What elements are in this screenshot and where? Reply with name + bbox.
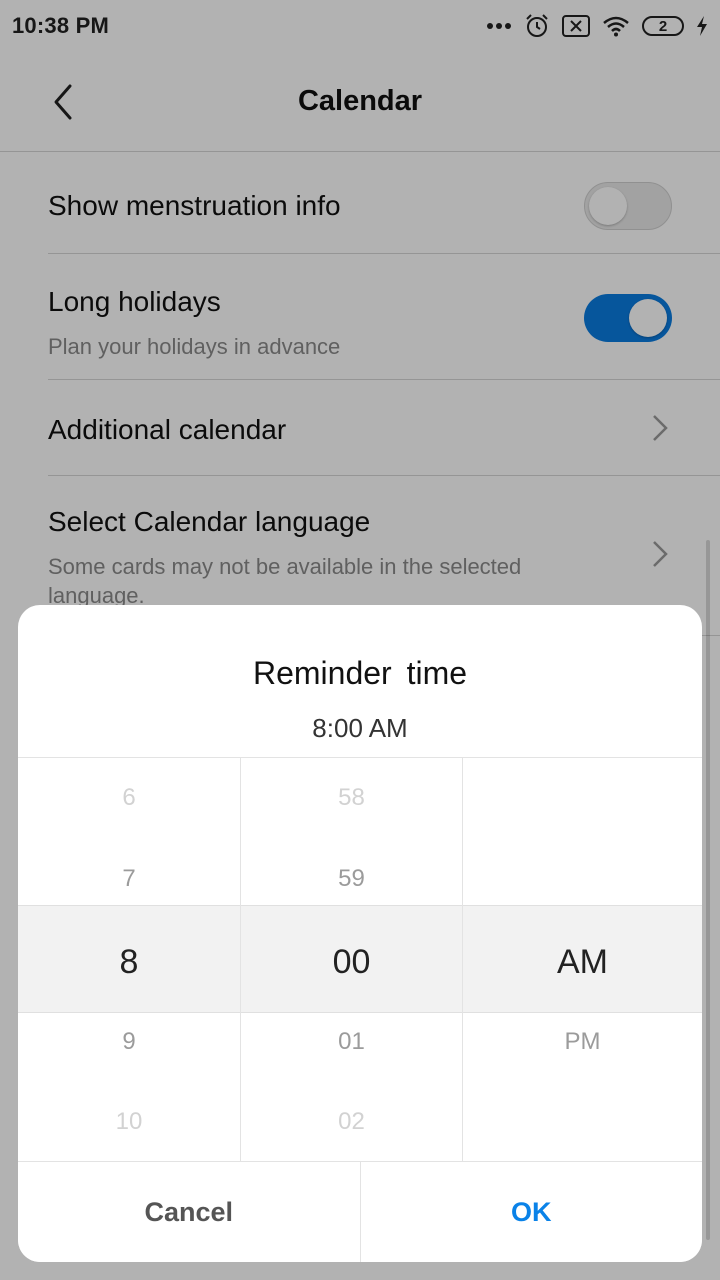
- selected-time-label: 8:00 AM: [312, 713, 408, 743]
- scrollbar[interactable]: [706, 540, 710, 1240]
- cancel-button[interactable]: Cancel: [18, 1162, 361, 1262]
- minute-option[interactable]: 02: [241, 1108, 462, 1136]
- minute-selected[interactable]: 00: [241, 943, 462, 982]
- reminder-time-dialog: Reminder time 8:00 AM 6 7 8 9 10 58 59 0…: [18, 605, 702, 1262]
- meridiem-selected[interactable]: AM: [463, 943, 702, 982]
- ok-button[interactable]: OK: [360, 1162, 702, 1262]
- hour-option[interactable]: 10: [18, 1108, 240, 1136]
- hour-option[interactable]: 7: [18, 865, 240, 893]
- dialog-buttons: Cancel OK: [18, 1162, 702, 1262]
- hour-selected[interactable]: 8: [18, 943, 240, 982]
- minute-wheel[interactable]: 58 59 00 01 02: [240, 758, 463, 1161]
- time-picker: 6 7 8 9 10 58 59 00 01 02 AM PM: [18, 757, 702, 1162]
- dialog-title: Reminder time: [252, 655, 468, 691]
- hour-option[interactable]: 6: [18, 784, 240, 812]
- minute-option[interactable]: 59: [241, 865, 462, 893]
- calendar-settings-screen: 10:38 PM 2 Calendar Show menstruation in…: [0, 0, 720, 1280]
- am-pm-wheel[interactable]: AM PM: [463, 758, 702, 1161]
- minute-option[interactable]: 58: [241, 784, 462, 812]
- hour-option[interactable]: 9: [18, 1028, 240, 1056]
- minute-option[interactable]: 01: [241, 1028, 462, 1056]
- meridiem-option[interactable]: PM: [463, 1028, 702, 1056]
- hour-wheel[interactable]: 6 7 8 9 10: [18, 758, 240, 1161]
